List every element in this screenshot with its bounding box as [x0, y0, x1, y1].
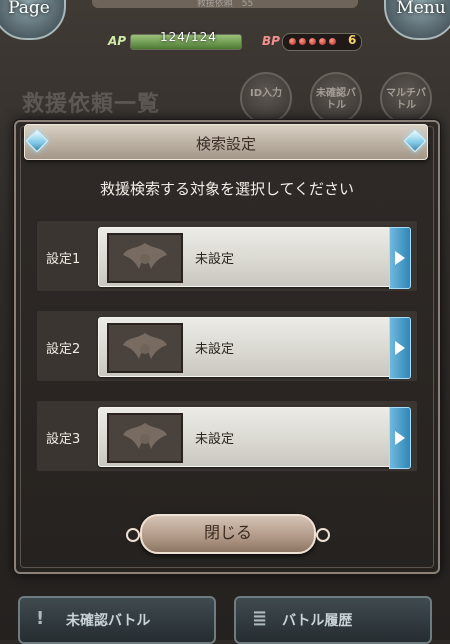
arrow-right-icon[interactable] — [389, 317, 411, 379]
page-button-label: Page — [8, 0, 50, 18]
bp-value: 6 — [348, 33, 357, 47]
setting-row-3: 設定3 未設定 — [36, 400, 418, 472]
setting-row-1: 設定1 未設定 — [36, 220, 418, 292]
unconfirmed-battle-label: 未確認バトル — [316, 88, 356, 111]
exclamation-icon: ! — [36, 608, 45, 629]
dialog-title: 検索設定 — [195, 135, 256, 153]
battle-history-tab-label: バトル履歴 — [282, 613, 353, 629]
emblem-icon — [107, 233, 183, 283]
setting-label: 設定3 — [46, 432, 81, 447]
bp-dot-icon — [289, 38, 296, 45]
setting-slot-3[interactable]: 未設定 — [98, 407, 411, 469]
emblem-icon — [107, 413, 183, 463]
bp-label: BP — [262, 34, 280, 48]
unconfirmed-battle-tab[interactable]: ! 未確認バトル — [18, 596, 216, 644]
close-button-label: 閉じる — [203, 523, 252, 542]
id-input-label: ID入力 — [249, 88, 283, 99]
setting-label: 設定1 — [46, 252, 81, 267]
ap-value: 124/124 — [160, 30, 217, 44]
page-button[interactable]: Page — [0, 0, 66, 40]
bp-dot-icon — [309, 38, 316, 45]
emblem-icon — [107, 323, 183, 373]
setting-value: 未設定 — [195, 252, 235, 267]
multi-battle-label: マルチバトル — [386, 88, 426, 111]
ornament-icon — [126, 528, 140, 542]
id-input-button[interactable]: ID入力 — [240, 72, 292, 124]
page-title: 救援依頼一覧 — [22, 92, 161, 117]
menu-button-label: Menu — [396, 0, 446, 18]
arrow-right-icon[interactable] — [389, 227, 411, 289]
menu-button[interactable]: Menu — [384, 0, 450, 40]
bp-dot-icon — [329, 38, 336, 45]
search-settings-dialog: 検索設定 救援検索する対象を選択してください 設定1 未設定 設定2 未設定 設… — [14, 120, 440, 574]
multi-battle-button[interactable]: マルチバトル — [380, 72, 432, 124]
setting-slot-2[interactable]: 未設定 — [98, 317, 411, 379]
bp-dot-icon — [319, 38, 326, 45]
setting-row-2: 設定2 未設定 — [36, 310, 418, 382]
close-button[interactable]: 閉じる — [126, 514, 330, 554]
dialog-subtitle: 救援検索する対象を選択してください — [99, 180, 355, 198]
top-strip-text: 救援依頼 55 — [196, 0, 254, 9]
scroll-icon: ≣ — [252, 608, 268, 629]
dialog-title-bar: 検索設定 — [24, 124, 428, 160]
ap-label: AP — [108, 34, 127, 48]
bp-dot-icon — [299, 38, 306, 45]
ornament-icon — [316, 528, 330, 542]
arrow-right-icon[interactable] — [389, 407, 411, 469]
setting-value: 未設定 — [195, 432, 235, 447]
battle-history-tab[interactable]: ≣ バトル履歴 — [234, 596, 432, 644]
top-strip: 救援依頼 55 — [92, 0, 358, 9]
unconfirmed-battle-tab-label: 未確認バトル — [66, 613, 151, 629]
unconfirmed-battle-button[interactable]: 未確認バトル — [310, 72, 362, 124]
setting-value: 未設定 — [195, 342, 235, 357]
top-hud: Page 救援依頼 55 Menu AP 124/124 BP 6 — [0, 0, 450, 62]
setting-label: 設定2 — [46, 342, 81, 357]
setting-slot-1[interactable]: 未設定 — [98, 227, 411, 289]
